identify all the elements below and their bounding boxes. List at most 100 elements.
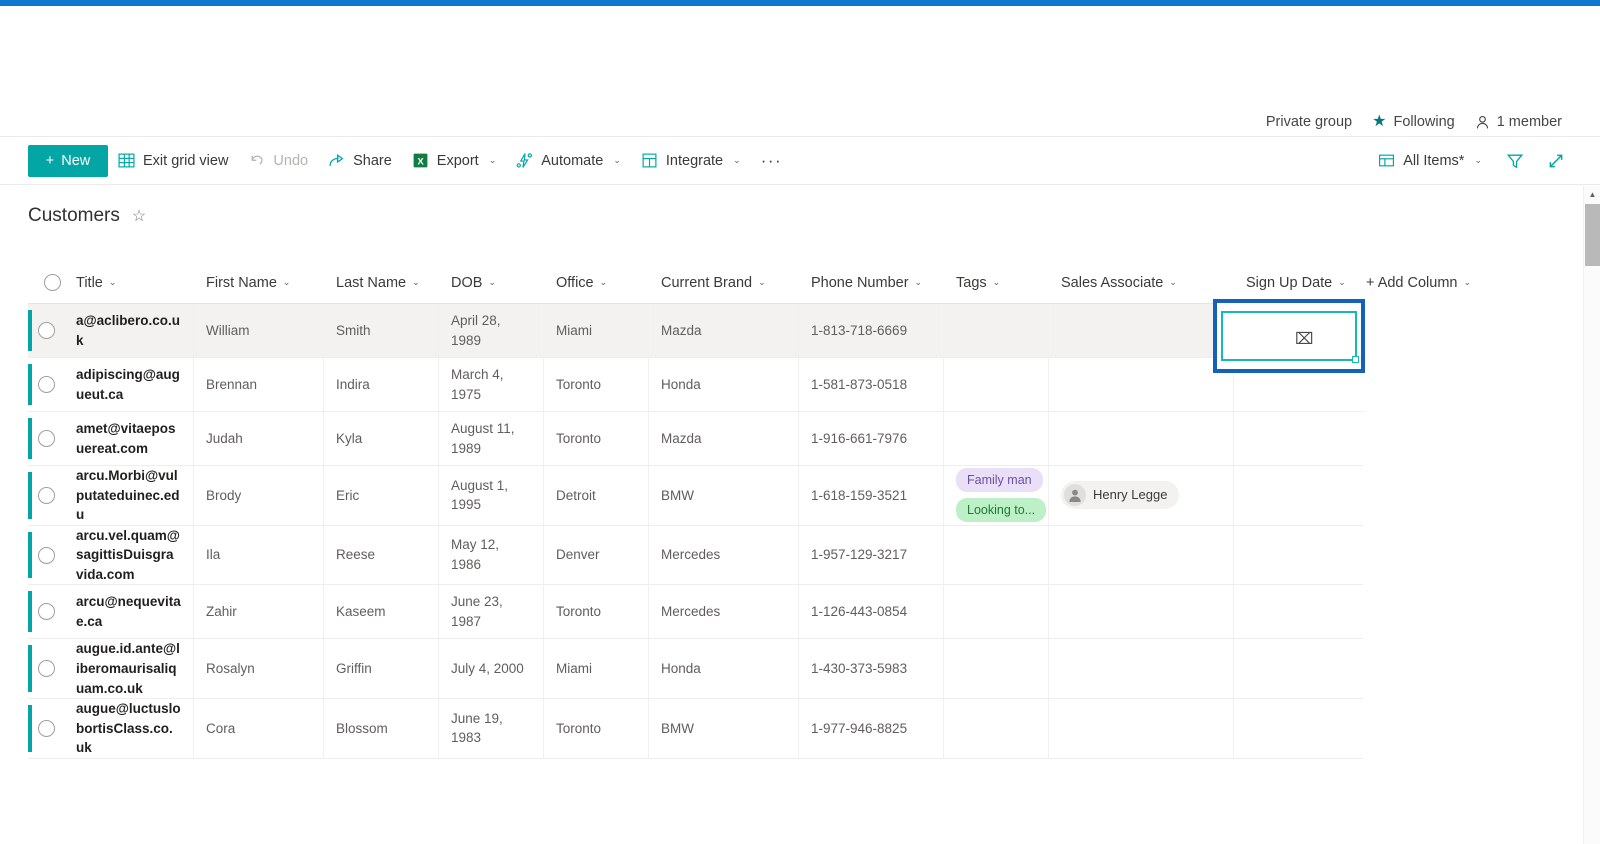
cell-first[interactable]: William: [194, 304, 324, 357]
table-row[interactable]: adipiscing@augueut.ca Brennan Indira March …: [28, 358, 1363, 412]
row-select-cell[interactable]: [28, 639, 64, 698]
tag-pill[interactable]: Family man: [956, 468, 1043, 493]
table-row[interactable]: a@aclibero.co.uk William Smith April 28, 19…: [28, 304, 1363, 358]
scroll-up-arrow-icon[interactable]: ▲: [1584, 186, 1600, 203]
column-header-phone-number[interactable]: Phone Number ⌄: [799, 262, 944, 304]
cell-office[interactable]: Detroit: [544, 466, 649, 525]
cell-office[interactable]: Toronto: [544, 358, 649, 411]
person-chip[interactable]: Henry Legge: [1061, 481, 1180, 510]
more-options-button[interactable]: ···: [751, 141, 792, 181]
row-select-cell[interactable]: [28, 358, 64, 411]
cell-brand[interactable]: Mazda: [649, 304, 799, 357]
table-row[interactable]: arcu.Morbi@vulputateduinec.edu Brody Eric A…: [28, 466, 1363, 526]
cell-signup-date[interactable]: [1234, 526, 1354, 585]
cell-sales-associate[interactable]: [1049, 699, 1234, 758]
column-header-sign-up-date[interactable]: Sign Up Date ⌄: [1234, 262, 1354, 304]
column-header-title[interactable]: Title ⌄: [64, 262, 194, 304]
row-checkbox[interactable]: [37, 486, 55, 504]
cell-phone[interactable]: 1-977-946-8825: [799, 699, 944, 758]
cell-dob[interactable]: July 4, 2000: [439, 639, 544, 699]
table-row[interactable]: augue.id.ante@liberomaurisaliquam.co.uk R…: [28, 639, 1363, 700]
cell-dob[interactable]: June 23, 1987: [439, 585, 544, 639]
row-checkbox[interactable]: [37, 603, 55, 621]
fill-handle[interactable]: [1352, 356, 1359, 363]
cell-title[interactable]: adipiscing@augueut.ca: [64, 358, 194, 411]
cell-phone[interactable]: 1-916-661-7976: [799, 412, 944, 465]
cell-sales-associate[interactable]: [1049, 358, 1234, 411]
row-select-cell[interactable]: [28, 466, 64, 525]
cell-dob[interactable]: April 28, 1989: [439, 304, 544, 357]
cell-phone[interactable]: 1-581-873-0518: [799, 358, 944, 411]
cell-first[interactable]: Cora: [194, 699, 324, 758]
column-header-tags[interactable]: Tags ⌄: [944, 262, 1049, 304]
cell-tags[interactable]: Family man Looking to...: [944, 466, 1049, 525]
cell-phone[interactable]: 1-430-373-5983: [799, 639, 944, 699]
row-checkbox[interactable]: [37, 430, 55, 447]
cell-tags[interactable]: [944, 639, 1049, 699]
tag-pill[interactable]: Looking to...: [956, 498, 1047, 523]
cell-dob[interactable]: March 4, 1975: [439, 358, 544, 411]
exit-grid-view-button[interactable]: Exit grid view: [108, 141, 238, 181]
cell-dob[interactable]: May 12, 1986: [439, 525, 544, 585]
cell-first[interactable]: Brennan: [194, 358, 324, 411]
cell-brand[interactable]: Mazda: [649, 412, 799, 465]
cell-first[interactable]: Judah: [194, 412, 324, 465]
table-row[interactable]: arcu@nequevitae.ca Zahir Kaseem June 23, 19…: [28, 585, 1363, 640]
cell-first[interactable]: Rosalyn: [194, 639, 324, 699]
cell-office[interactable]: Miami: [544, 639, 649, 699]
cell-phone[interactable]: 1-813-718-6669: [799, 304, 944, 357]
cell-signup-date[interactable]: [1234, 466, 1354, 525]
table-row[interactable]: arcu.vel.quam@sagittisDuisgravida.com Ila…: [28, 525, 1363, 586]
cell-first[interactable]: Brody: [194, 466, 324, 525]
members-button[interactable]: 1 member: [1475, 114, 1562, 130]
cell-tags[interactable]: [944, 304, 1049, 357]
cell-office[interactable]: Denver: [544, 525, 649, 585]
column-header-last-name[interactable]: Last Name ⌄: [324, 262, 439, 304]
table-row[interactable]: amet@vitaeposuereat.com Judah Kyla August 1…: [28, 412, 1363, 466]
cell-title[interactable]: amet@vitaeposuereat.com: [64, 412, 194, 465]
integrate-button[interactable]: Integrate ⌄: [631, 141, 751, 181]
column-header-dob[interactable]: DOB ⌄: [439, 262, 544, 304]
cell-title[interactable]: augue@luctuslobortisClass.co.uk: [64, 699, 194, 758]
column-header-sales-associate[interactable]: Sales Associate ⌄: [1049, 262, 1234, 304]
row-select-cell[interactable]: [28, 526, 64, 585]
active-cell-focus-ring[interactable]: ⌧: [1213, 299, 1365, 373]
cell-sales-associate[interactable]: [1049, 585, 1234, 639]
cell-first[interactable]: Zahir: [194, 585, 324, 639]
cell-last[interactable]: Kyla: [324, 412, 439, 465]
cell-office[interactable]: Miami: [544, 304, 649, 357]
cell-tags[interactable]: [944, 412, 1049, 465]
cell-last[interactable]: Kaseem: [324, 585, 439, 639]
cell-brand[interactable]: BMW: [649, 466, 799, 525]
cell-dob[interactable]: August 1, 1995: [439, 466, 544, 525]
cell-sales-associate[interactable]: [1049, 639, 1234, 699]
cell-title[interactable]: arcu.Morbi@vulputateduinec.edu: [64, 466, 194, 525]
column-header-first-name[interactable]: First Name ⌄: [194, 262, 324, 304]
filter-button[interactable]: [1496, 141, 1533, 181]
cell-last[interactable]: Blossom: [324, 699, 439, 758]
expand-button[interactable]: [1537, 141, 1574, 181]
cell-brand[interactable]: Mercedes: [649, 525, 799, 585]
cell-title[interactable]: a@aclibero.co.uk: [64, 304, 194, 357]
cell-sales-associate[interactable]: [1049, 412, 1234, 465]
cell-signup-date[interactable]: [1234, 412, 1354, 465]
automate-button[interactable]: Automate ⌄: [506, 141, 631, 181]
column-header-office[interactable]: Office ⌄: [544, 262, 649, 304]
select-all-checkbox[interactable]: [43, 274, 61, 291]
cell-phone[interactable]: 1-126-443-0854: [799, 585, 944, 639]
following-button[interactable]: ★ Following: [1372, 114, 1455, 131]
table-row[interactable]: augue@luctuslobortisClass.co.uk Cora Bloss…: [28, 699, 1363, 759]
row-checkbox[interactable]: [37, 660, 55, 678]
active-cell-editor[interactable]: [1221, 311, 1359, 363]
cell-title[interactable]: arcu@nequevitae.ca: [64, 585, 194, 639]
row-select-cell[interactable]: [28, 699, 64, 758]
row-checkbox[interactable]: [37, 376, 55, 393]
cell-brand[interactable]: Honda: [649, 358, 799, 411]
cell-brand[interactable]: BMW: [649, 699, 799, 758]
cell-brand[interactable]: Honda: [649, 639, 799, 699]
cell-tags[interactable]: [944, 525, 1049, 585]
column-header-current-brand[interactable]: Current Brand ⌄: [649, 262, 799, 304]
vertical-scrollbar[interactable]: ▲: [1583, 186, 1600, 844]
cell-brand[interactable]: Mercedes: [649, 585, 799, 639]
cell-tags[interactable]: [944, 699, 1049, 758]
